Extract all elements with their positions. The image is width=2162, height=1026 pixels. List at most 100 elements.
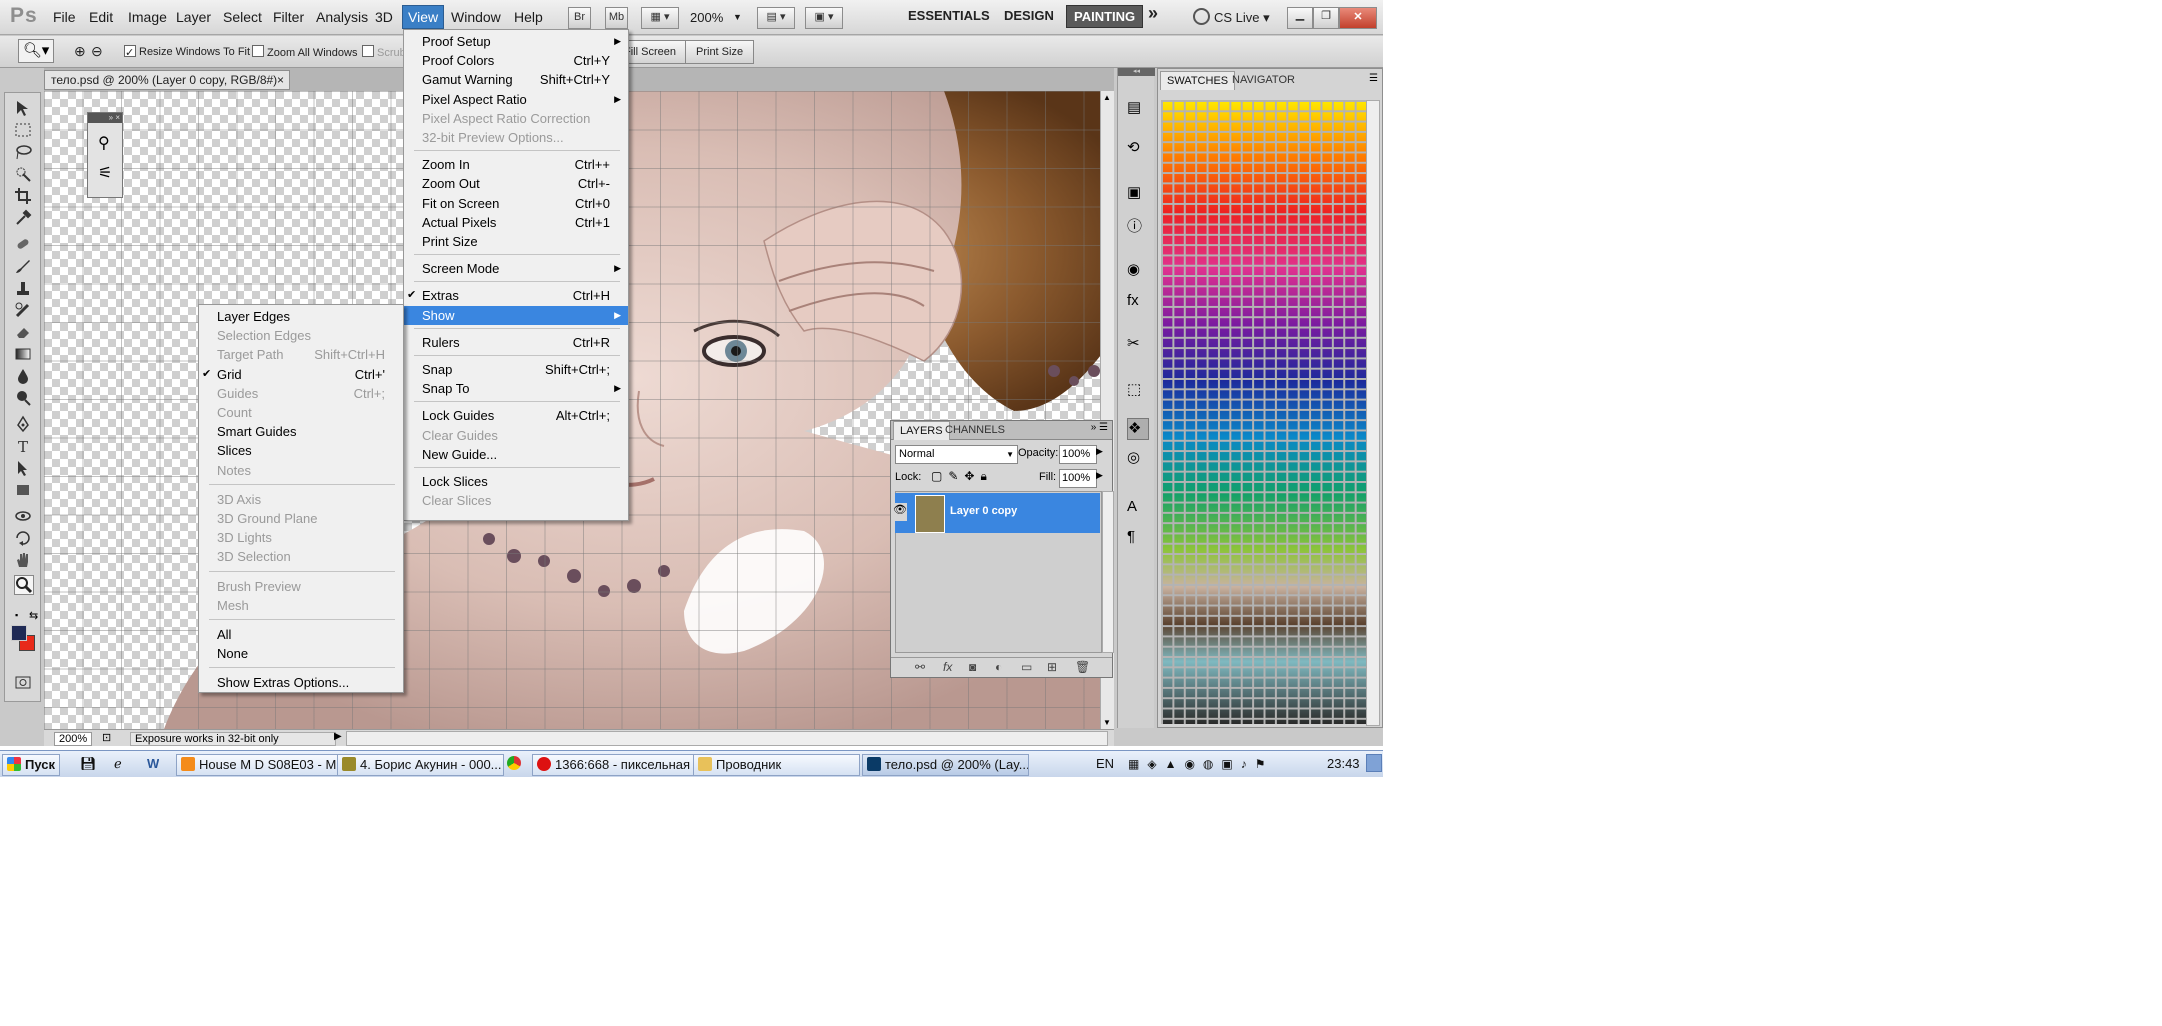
color-panel-icon[interactable]: ◉ <box>1127 260 1147 280</box>
taskbar-item-opera[interactable]: 1366:668 - пиксельная ... <box>532 754 699 776</box>
status-menu-arrow-icon[interactable]: ▶ <box>334 731 342 742</box>
menu-analysis[interactable]: Analysis <box>316 9 368 25</box>
zoom-tool-preset-icon[interactable]: 🔍︎▾ <box>18 39 54 63</box>
taskbar-item-photoshop[interactable]: тело.psd @ 200% (Lay... <box>862 754 1029 776</box>
minimize-button[interactable]: ▁ <box>1287 7 1313 29</box>
histogram-panel-icon[interactable]: ▣ <box>1127 183 1147 203</box>
start-button[interactable]: Пуск <box>2 754 60 776</box>
document-tab[interactable]: тело.psd @ 200% (Layer 0 copy, RGB/8#) × <box>44 70 290 90</box>
tab-channels[interactable]: CHANNELS <box>939 421 1011 439</box>
type-tool-icon[interactable]: T <box>14 437 32 456</box>
shape-tool-icon[interactable] <box>14 481 32 499</box>
history-brush-tool-icon[interactable] <box>14 301 32 319</box>
delete-layer-icon[interactable]: 🗑︎ <box>1075 660 1090 674</box>
info-panel-icon[interactable]: ⓘ <box>1127 215 1147 235</box>
print-size-button[interactable]: Print Size <box>685 40 755 64</box>
mini-bridge-button[interactable]: Mb <box>605 7 628 29</box>
crop-tool-icon[interactable] <box>14 187 32 205</box>
workspace-design[interactable]: DESIGN <box>1004 8 1054 23</box>
bridge-button[interactable]: Br <box>568 7 591 29</box>
layer-mask-icon[interactable]: ◙ <box>969 660 976 674</box>
layers-panel-menu-icon[interactable]: » ☰ <box>1091 422 1108 433</box>
show-menu-item-all[interactable]: All <box>199 625 403 644</box>
mini-bridge-panel-icon[interactable]: ▤ <box>1127 98 1147 118</box>
workspace-essentials[interactable]: ESSENTIALS <box>908 8 990 23</box>
zoom-dropdown-icon[interactable]: ▼ <box>733 12 742 22</box>
system-tray-icons[interactable]: ▦◈▲◉◍▣♪⚑ <box>1128 754 1273 774</box>
menu-select[interactable]: Select <box>223 9 262 25</box>
opacity-slider-icon[interactable]: ▶ <box>1096 446 1103 457</box>
status-zoom-field[interactable]: 200% <box>54 732 93 746</box>
view-menu-item-extras[interactable]: ✔ Extras Ctrl+H <box>404 286 628 305</box>
view-menu-item-snap-to[interactable]: Snap To ▶ <box>404 379 628 398</box>
tab-swatches[interactable]: SWATCHES <box>1160 71 1236 90</box>
blend-mode-select[interactable]: Normal ▼ <box>895 445 1018 464</box>
view-menu-item-proof-setup[interactable]: Proof Setup ▶ <box>404 32 628 51</box>
quicklaunch-chrome-icon[interactable] <box>507 754 525 774</box>
foreground-color-swatch[interactable] <box>11 625 27 641</box>
show-menu-item-smart-guides[interactable]: Smart Guides <box>199 422 403 441</box>
history-panel-icon[interactable]: ⟲ <box>1127 138 1147 158</box>
resize-windows-checkbox[interactable]: ✓ Resize Windows To Fit <box>124 45 250 59</box>
path-selection-tool-icon[interactable] <box>14 459 32 477</box>
blur-tool-icon[interactable] <box>14 367 32 385</box>
paragraph-panel-icon[interactable]: ¶ <box>1127 528 1147 548</box>
layer-name[interactable]: Layer 0 copy <box>950 505 1017 517</box>
swatch-grid[interactable] <box>1161 100 1366 724</box>
view-menu-item-show[interactable]: Show ▶ <box>404 305 628 325</box>
restore-button[interactable]: ❐ <box>1313 7 1339 29</box>
tab-navigator[interactable]: NAVIGATOR <box>1226 71 1301 89</box>
swap-colors-icon[interactable]: ⇆ <box>29 609 38 622</box>
menu-file[interactable]: File <box>53 9 76 25</box>
view-menu-item-rulers[interactable]: Rulers Ctrl+R <box>404 333 628 352</box>
show-menu-item-grid[interactable]: ✔ Grid Ctrl+' <box>199 365 403 384</box>
taskbar-item-vlc[interactable]: House M D S08E03 - M... <box>176 754 343 776</box>
menu-help[interactable]: Help <box>514 9 543 25</box>
zoom-tool-icon[interactable] <box>14 575 34 595</box>
menu-filter[interactable]: Filter <box>273 9 304 25</box>
view-menu-item-gamut-warning[interactable]: Gamut Warning Shift+Ctrl+Y <box>404 70 628 89</box>
eyedropper-tool-icon[interactable] <box>14 209 32 227</box>
move-tool-icon[interactable] <box>14 99 32 117</box>
show-menu-item-none[interactable]: None <box>199 644 403 663</box>
brush-panel-icon[interactable]: ✂ <box>1127 334 1147 354</box>
arrange-documents-button[interactable]: ▤ ▾ <box>757 7 795 29</box>
hand-tool-icon[interactable] <box>14 551 32 569</box>
view-menu-item-actual-pixels[interactable]: Actual Pixels Ctrl+1 <box>404 213 628 232</box>
mini-panel-close-icon[interactable]: » × <box>88 113 122 123</box>
dock-collapse-icon[interactable]: ◂◂ <box>1118 68 1155 76</box>
show-desktop-button[interactable] <box>1366 754 1382 772</box>
scrubby-zoom-checkbox[interactable]: Scrub <box>362 45 406 59</box>
view-menu-item-pixel-aspect-ratio[interactable]: Pixel Aspect Ratio ▶ <box>404 90 628 109</box>
show-menu-item-slices[interactable]: Slices <box>199 441 403 460</box>
layers-scrollbar[interactable] <box>1102 491 1114 653</box>
view-menu-item-zoom-out[interactable]: Zoom Out Ctrl+- <box>404 174 628 193</box>
channels-panel-icon[interactable]: ◎ <box>1127 448 1147 468</box>
dodge-tool-icon[interactable] <box>14 389 32 407</box>
quick-selection-tool-icon[interactable] <box>14 165 32 183</box>
close-document-icon[interactable]: × <box>277 71 284 90</box>
cs-live-button[interactable]: CS Live ▾ <box>1193 8 1270 26</box>
menu-edit[interactable]: Edit <box>89 9 113 25</box>
taskbar-item-reader[interactable]: 4. Борис Акунин - 000... <box>337 754 504 776</box>
menu-layer[interactable]: Layer <box>176 9 211 25</box>
menu-window[interactable]: Window <box>451 9 501 25</box>
workspace-painting[interactable]: PAINTING <box>1066 5 1144 28</box>
quicklaunch-ie-icon[interactable]: ℯ <box>114 754 122 774</box>
zoom-out-mode-icon[interactable]: ⊖ <box>91 43 103 60</box>
clone-stamp-tool-icon[interactable] <box>14 279 32 297</box>
quicklaunch-word-icon[interactable]: W <box>147 754 159 774</box>
view-menu-item-snap[interactable]: Snap Shift+Ctrl+; <box>404 360 628 379</box>
adjustment-layer-icon[interactable]: ◐ <box>995 660 1002 674</box>
view-extras-button[interactable]: ▦ ▾ <box>641 7 679 29</box>
horizontal-scrollbar[interactable] <box>346 731 1108 746</box>
layer-row[interactable]: 👁︎ Layer 0 copy <box>893 493 1100 533</box>
zoom-level[interactable]: 200% <box>690 10 723 25</box>
eraser-tool-icon[interactable] <box>14 323 32 341</box>
new-group-icon[interactable]: ▭ <box>1021 660 1032 674</box>
show-menu-item-show-extras-options[interactable]: Show Extras Options... <box>199 673 403 692</box>
lock-icons[interactable]: ▢✎✥🔒︎ <box>931 469 993 484</box>
brush-tool-icon[interactable] <box>14 257 32 275</box>
3d-rotate-tool-icon[interactable] <box>14 507 32 525</box>
styles-panel-icon[interactable]: fx <box>1127 292 1147 312</box>
